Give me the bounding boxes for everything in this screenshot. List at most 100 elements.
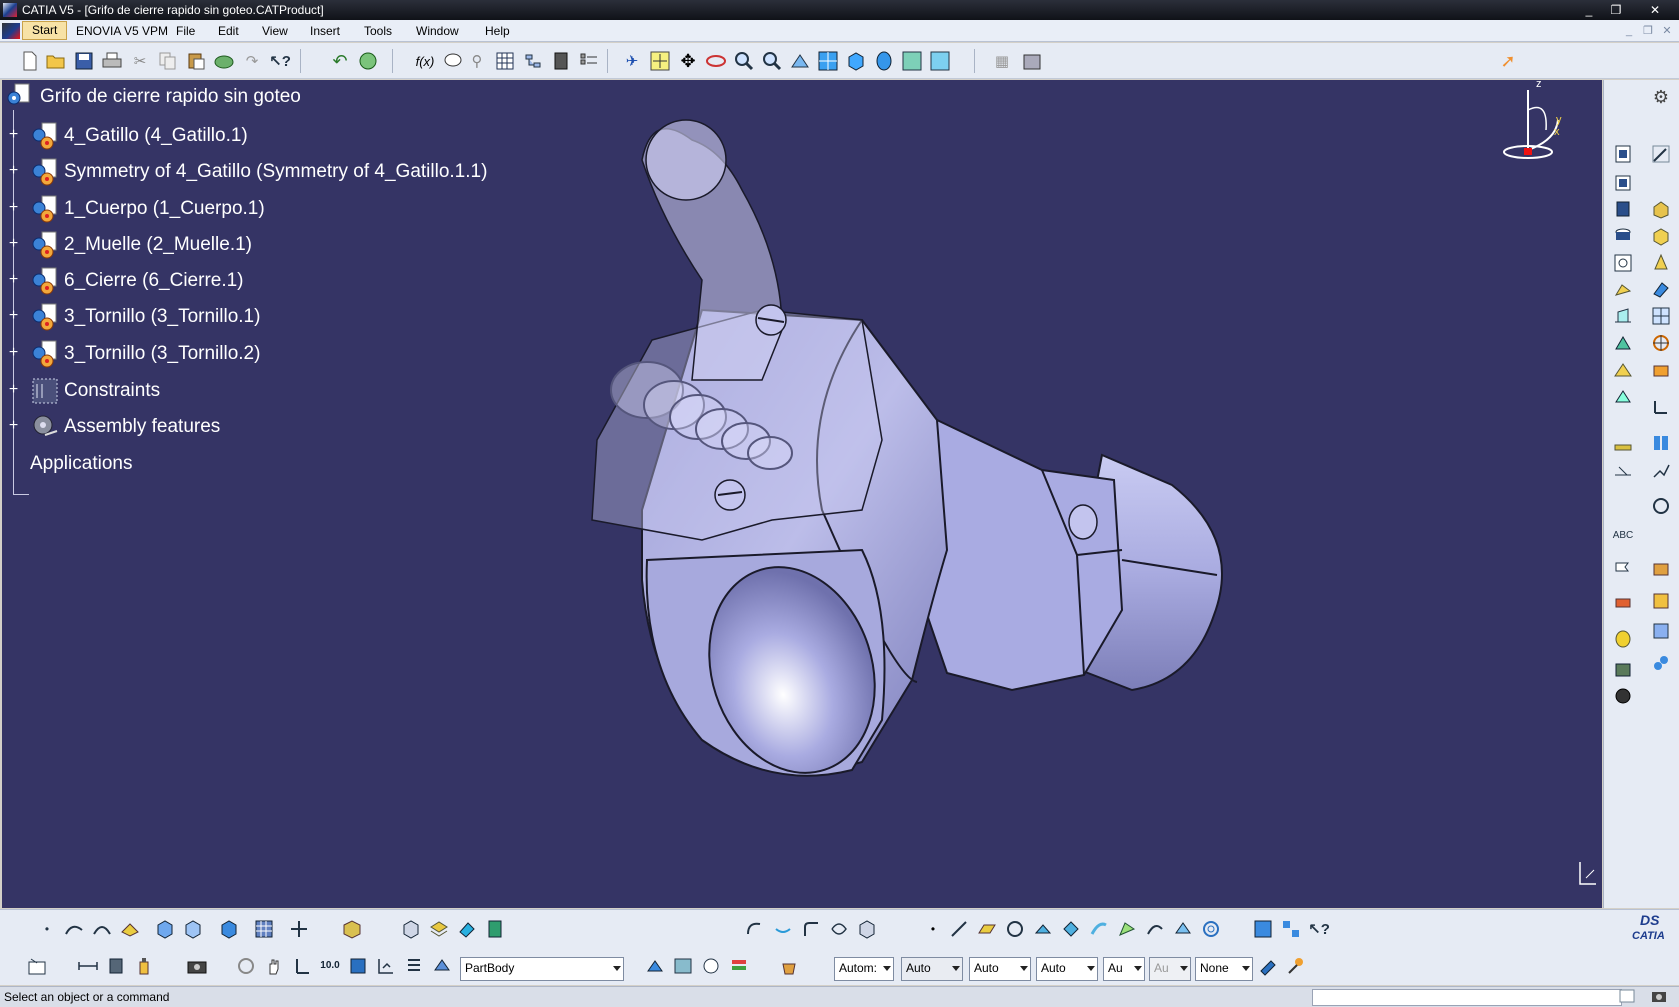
move-icon[interactable]	[288, 918, 310, 940]
shading-edges-icon[interactable]	[218, 918, 240, 940]
fix-icon[interactable]	[1612, 279, 1634, 301]
restore-button[interactable]: ❐	[1605, 2, 1627, 18]
apply-material-icon[interactable]	[644, 955, 666, 977]
body-icon[interactable]	[431, 955, 453, 977]
tree-expand-icon[interactable]	[522, 50, 544, 72]
pad-icon[interactable]	[1650, 198, 1672, 220]
minimize-button[interactable]: _	[1578, 2, 1600, 18]
tolerance-icon[interactable]	[105, 955, 127, 977]
new-document-icon[interactable]	[19, 50, 41, 72]
helix-icon[interactable]	[828, 918, 850, 940]
publication-icon[interactable]	[1612, 628, 1634, 650]
chart-icon[interactable]	[1252, 918, 1274, 940]
assembly-constraints-icon[interactable]	[1021, 50, 1043, 72]
catalog-browser-icon[interactable]	[1650, 620, 1672, 642]
paint-bucket-icon[interactable]	[778, 955, 800, 977]
faucet-3d-model[interactable]	[2, 80, 1602, 908]
line-type-select[interactable]: Auto	[1036, 957, 1098, 981]
book-icon[interactable]	[484, 918, 506, 940]
extrude-icon[interactable]	[1032, 918, 1054, 940]
text-annotation-icon[interactable]: ABC	[1612, 525, 1634, 547]
power-input-field[interactable]	[1312, 989, 1622, 1006]
product-structure-icon[interactable]	[578, 50, 600, 72]
pan-icon[interactable]: ✥	[677, 50, 699, 72]
axis-system-icon[interactable]	[291, 955, 313, 977]
status-panel-icon[interactable]	[1618, 987, 1636, 1005]
line-icon[interactable]	[948, 918, 970, 940]
blend-icon[interactable]	[1172, 918, 1194, 940]
revolve-icon[interactable]	[1060, 918, 1082, 940]
measure-icon[interactable]	[1650, 396, 1672, 418]
measure-value-icon[interactable]: 10.0	[319, 955, 341, 977]
product-icon[interactable]	[1612, 143, 1634, 165]
pattern-icon[interactable]	[1280, 918, 1302, 940]
stack-icon[interactable]	[728, 955, 750, 977]
whats-this-icon[interactable]: ↖?	[269, 50, 291, 72]
catalog-icon[interactable]	[550, 50, 572, 72]
corner-icon[interactable]	[800, 918, 822, 940]
properties-painter-icon[interactable]	[1285, 955, 1307, 977]
sketch-tool-icon[interactable]: ▦	[991, 50, 1013, 72]
print-icon[interactable]	[101, 50, 123, 72]
angle-icon[interactable]	[1650, 359, 1672, 381]
menu-window[interactable]: Window	[416, 24, 459, 38]
color-select[interactable]: Autom:	[834, 957, 894, 981]
coincidence-icon[interactable]	[1612, 305, 1634, 327]
comment-icon[interactable]	[442, 50, 464, 72]
multi-view-icon[interactable]	[817, 50, 839, 72]
shading-icon[interactable]	[873, 50, 895, 72]
curve-icon[interactable]	[744, 918, 766, 940]
menu-start[interactable]: Start	[22, 21, 68, 40]
flag-note-icon[interactable]	[1612, 558, 1634, 580]
connect-curve-icon[interactable]	[772, 918, 794, 940]
surface-icon[interactable]	[119, 918, 141, 940]
camera-icon[interactable]	[186, 955, 208, 977]
view-front-icon[interactable]	[154, 918, 176, 940]
render-icon[interactable]	[700, 955, 722, 977]
normal-view-icon[interactable]	[789, 50, 811, 72]
circle-icon[interactable]	[1004, 918, 1026, 940]
manipulate-icon[interactable]	[1612, 460, 1634, 482]
layer-select[interactable]: None	[1195, 957, 1253, 981]
paste-special-icon[interactable]	[213, 50, 235, 72]
layer-icon[interactable]	[428, 918, 450, 940]
link-icon[interactable]: ⚲	[466, 50, 488, 72]
point-icon[interactable]: •	[36, 918, 58, 940]
graph-tree-icon[interactable]	[375, 955, 397, 977]
transparency-select[interactable]: Auto	[901, 957, 963, 981]
fix-together-icon[interactable]	[1612, 386, 1634, 408]
map-icon[interactable]	[672, 955, 694, 977]
join-icon[interactable]	[1144, 918, 1166, 940]
view-back-icon[interactable]	[182, 918, 204, 940]
copy-icon[interactable]	[157, 50, 179, 72]
grid-component-icon[interactable]	[1650, 305, 1672, 327]
formula-icon[interactable]: f(x)	[414, 50, 436, 72]
menu-help[interactable]: Help	[485, 24, 510, 38]
mdi-close-button[interactable]: ✕	[1659, 24, 1675, 38]
arc-icon[interactable]	[91, 918, 113, 940]
scene-icon[interactable]	[1650, 558, 1672, 580]
prism-icon[interactable]	[1650, 252, 1672, 274]
zoom-out-icon[interactable]	[761, 50, 783, 72]
target-icon[interactable]	[1650, 332, 1672, 354]
new-part-icon[interactable]	[400, 918, 422, 940]
undo-icon[interactable]: ↶	[329, 50, 351, 72]
smart-move-icon[interactable]	[1650, 460, 1672, 482]
sphere-tool-icon[interactable]	[1612, 685, 1634, 707]
eraser-icon[interactable]	[456, 918, 478, 940]
line-thickness-select[interactable]: Auto	[969, 957, 1031, 981]
clash-icon[interactable]	[1650, 495, 1672, 517]
redo-disabled-icon[interactable]: ↷	[241, 50, 263, 72]
spiral-icon[interactable]	[1200, 918, 1222, 940]
point-symbol-select[interactable]: Au	[1103, 957, 1145, 981]
fly-mode-icon[interactable]: ✈	[621, 50, 643, 72]
bill-of-material-icon[interactable]	[1650, 590, 1672, 612]
rotate-component-icon[interactable]	[1650, 279, 1672, 301]
box-icon[interactable]	[1650, 225, 1672, 247]
section-icon[interactable]	[347, 955, 369, 977]
rotate-view-icon[interactable]	[235, 955, 257, 977]
plane-icon[interactable]	[976, 918, 998, 940]
menu-enovia[interactable]: ENOVIA V5 VPM	[76, 24, 168, 38]
assembly-cube-icon[interactable]	[341, 918, 363, 940]
cylinder-icon[interactable]	[1612, 225, 1634, 247]
